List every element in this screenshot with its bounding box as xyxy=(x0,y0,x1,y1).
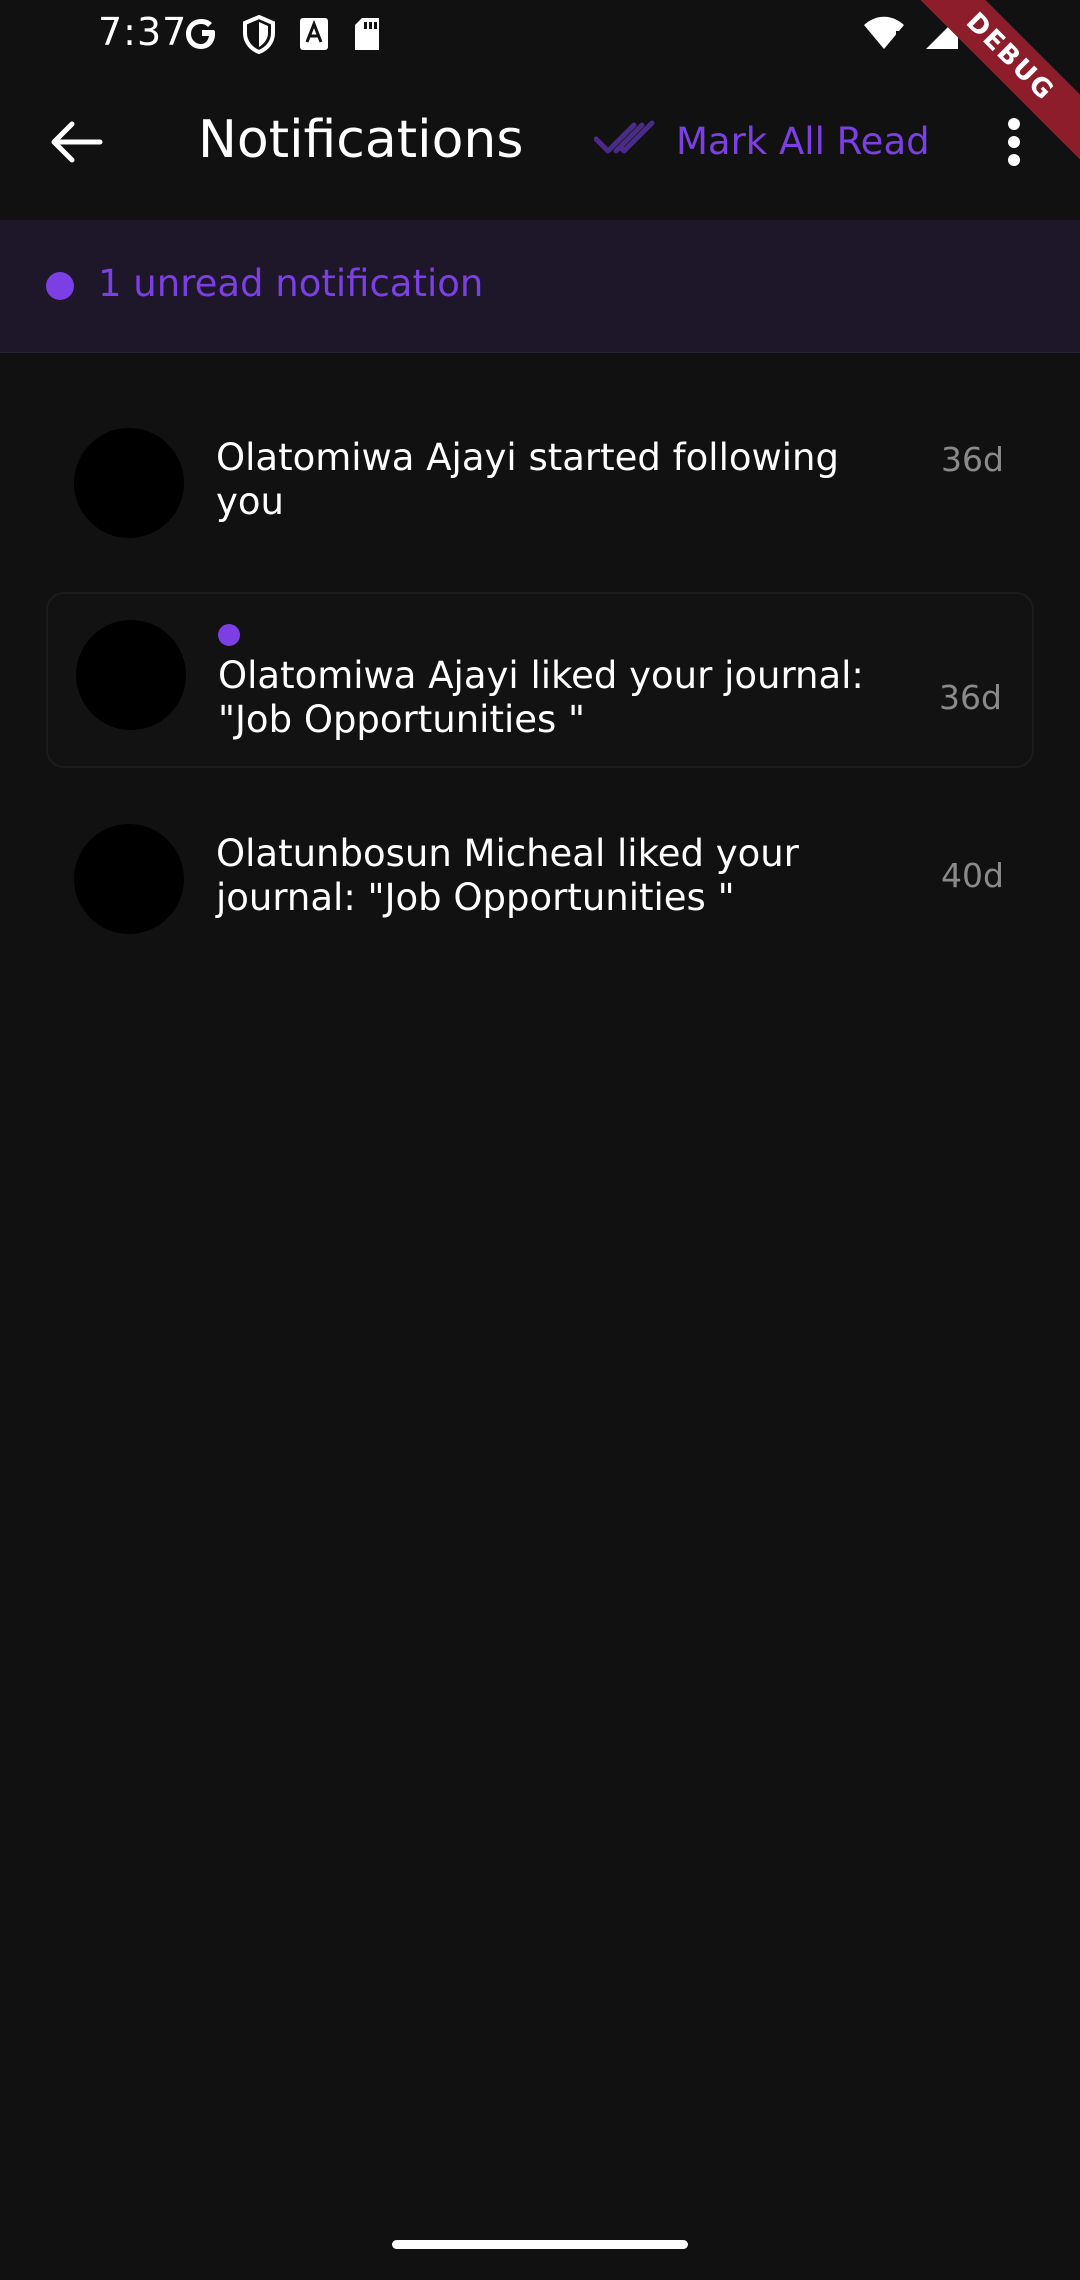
shield-icon xyxy=(242,14,276,58)
gesture-navigation-bar[interactable] xyxy=(392,2240,688,2249)
app-bar: Notifications Mark All Read xyxy=(0,70,1080,220)
status-time: 7:37 xyxy=(98,10,188,54)
notification-time: 36d xyxy=(939,678,1002,717)
mark-all-read-button[interactable]: Mark All Read xyxy=(593,116,930,166)
back-button[interactable] xyxy=(40,108,112,180)
notification-time: 40d xyxy=(941,856,1004,895)
notification-item[interactable]: Olatunbosun Micheal liked your journal: … xyxy=(46,800,1034,960)
page-title: Notifications xyxy=(198,110,524,170)
notification-text: Olatunbosun Micheal liked your journal: … xyxy=(216,832,799,919)
back-arrow-icon xyxy=(48,120,104,168)
notification-item[interactable]: Olatomiwa Ajayi started following you 36… xyxy=(46,400,1034,560)
status-bar: 7:37 DEBUG xyxy=(0,0,1080,166)
status-icons-left xyxy=(184,14,382,58)
font-icon xyxy=(298,16,330,56)
unread-indicator-dot xyxy=(46,272,74,300)
double-check-icon xyxy=(593,119,658,163)
unread-count-banner: 1 unread notification xyxy=(0,220,1080,353)
avatar xyxy=(74,824,184,934)
wifi-icon xyxy=(862,15,906,55)
notifications-screen: 7:37 DEBUG Notifications Mark All Read 1… xyxy=(0,0,1080,2280)
notification-text: Olatomiwa Ajayi started following you xyxy=(216,436,839,523)
notification-text: Olatomiwa Ajayi liked your journal: "Job… xyxy=(218,654,864,741)
more-vert-icon xyxy=(1006,117,1022,171)
avatar xyxy=(74,428,184,538)
unread-notification-dot xyxy=(218,624,240,646)
notification-time: 36d xyxy=(941,440,1004,479)
sd-card-icon xyxy=(352,16,382,56)
notification-item-unread[interactable]: Olatomiwa Ajayi liked your journal: "Job… xyxy=(46,592,1034,768)
mark-all-read-label: Mark All Read xyxy=(676,119,930,163)
avatar xyxy=(76,620,186,730)
google-icon xyxy=(184,14,220,58)
unread-count-text: 1 unread notification xyxy=(98,262,484,305)
more-options-button[interactable] xyxy=(994,114,1034,174)
